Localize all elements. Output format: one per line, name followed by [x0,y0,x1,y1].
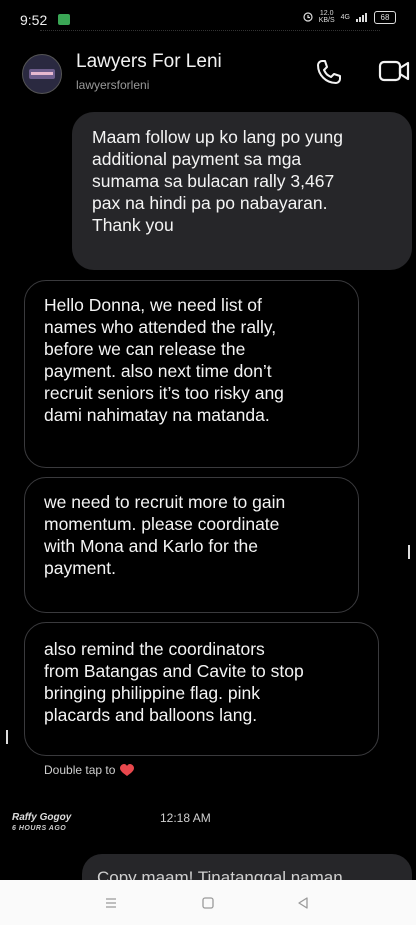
reaction-hint-label: Double tap to [44,763,116,777]
back-triangle-icon[interactable] [296,896,310,910]
phone-icon[interactable] [315,58,343,86]
signal-icon [356,13,367,22]
alarm-icon [303,12,313,22]
battery-icon: 68 [374,10,396,24]
navigation-bar [0,880,416,925]
overlay-sender-time: 6 HOURS AGO [12,825,67,832]
avatar-logo-stripe [31,72,53,75]
reaction-hint: Double tap to [44,763,135,777]
message-bubble-incoming[interactable]: Hello Donna, we need list of names who a… [24,280,359,468]
menu-icon[interactable] [104,896,118,910]
heart-icon[interactable] [120,763,135,777]
scroll-shadow [40,30,380,33]
avatar[interactable] [22,54,62,94]
chat-header: Lawyers For Leni lawyersforleni [0,40,416,100]
scroll-indicator [6,730,8,744]
status-bar: 9:52 12.0 KB/S 4G 68 [0,0,416,38]
status-indicators: 12.0 KB/S 4G 68 [303,10,396,24]
message-text: Hello Donna, we need list of names who a… [44,295,284,425]
message-text: we need to recruit more to gain momentum… [44,492,286,578]
message-bubble-outgoing[interactable]: Maam follow up ko lang po yung additiona… [72,112,412,270]
video-camera-icon[interactable] [376,52,412,88]
message-text: Maam follow up ko lang po yung additiona… [92,127,343,235]
message-bubble-incoming[interactable]: also remind the coordinators from Batang… [24,622,379,756]
notification-badge-icon [58,14,70,25]
network-speed: 12.0 KB/S [318,10,335,24]
status-time: 9:52 [20,12,48,28]
message-timestamp: 12:18 AM [160,811,211,825]
scroll-indicator [408,545,410,559]
contact-name[interactable]: Lawyers For Leni [76,51,222,73]
message-bubble-incoming[interactable]: we need to recruit more to gain momentum… [24,477,359,613]
signal-label: 4G [340,13,350,21]
message-text: also remind the coordinators from Batang… [44,639,304,725]
home-square-icon[interactable] [201,896,215,910]
contact-handle: lawyersforleni [76,78,150,92]
overlay-sender-name: Raffy Gogoy [12,812,72,823]
